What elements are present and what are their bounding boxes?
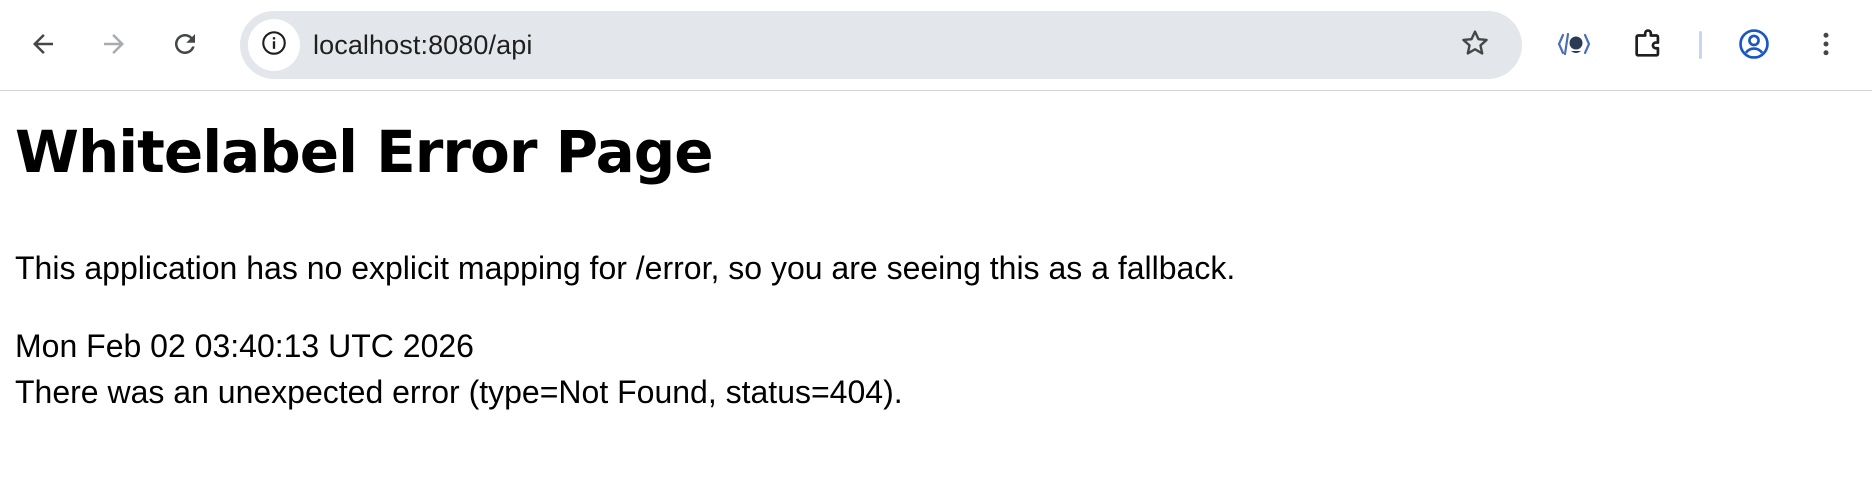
back-button[interactable]: [16, 17, 70, 71]
address-bar[interactable]: localhost:8080/api: [240, 11, 1522, 79]
arrow-right-icon: [99, 29, 129, 59]
reload-icon: [170, 29, 200, 59]
kebab-menu-icon: [1811, 29, 1841, 59]
account-circle-icon: [1737, 27, 1771, 61]
forward-button[interactable]: [87, 17, 141, 71]
info-icon: [260, 29, 288, 62]
extension-copilot-button[interactable]: [1547, 17, 1601, 71]
browser-toolbar: localhost:8080/api: [0, 0, 1872, 91]
arrow-left-icon: [28, 29, 58, 59]
puzzle-icon: [1631, 27, 1665, 61]
browser-menu-button[interactable]: [1799, 17, 1853, 71]
site-info-button[interactable]: [248, 19, 300, 71]
bookmark-button[interactable]: [1448, 18, 1502, 72]
url-text[interactable]: localhost:8080/api: [313, 11, 532, 79]
error-timestamp: Mon Feb 02 03:40:13 UTC 2026: [15, 328, 474, 364]
error-detail: There was an unexpected error (type=Not …: [15, 374, 903, 410]
github-copilot-icon: [1557, 29, 1591, 59]
reload-button[interactable]: [158, 17, 212, 71]
page-title: Whitelabel Error Page: [15, 118, 714, 186]
star-icon: [1459, 27, 1491, 64]
extensions-button[interactable]: [1621, 17, 1675, 71]
toolbar-divider: [1699, 31, 1702, 59]
profile-button[interactable]: [1727, 17, 1781, 71]
error-message: This application has no explicit mapping…: [15, 250, 1236, 286]
